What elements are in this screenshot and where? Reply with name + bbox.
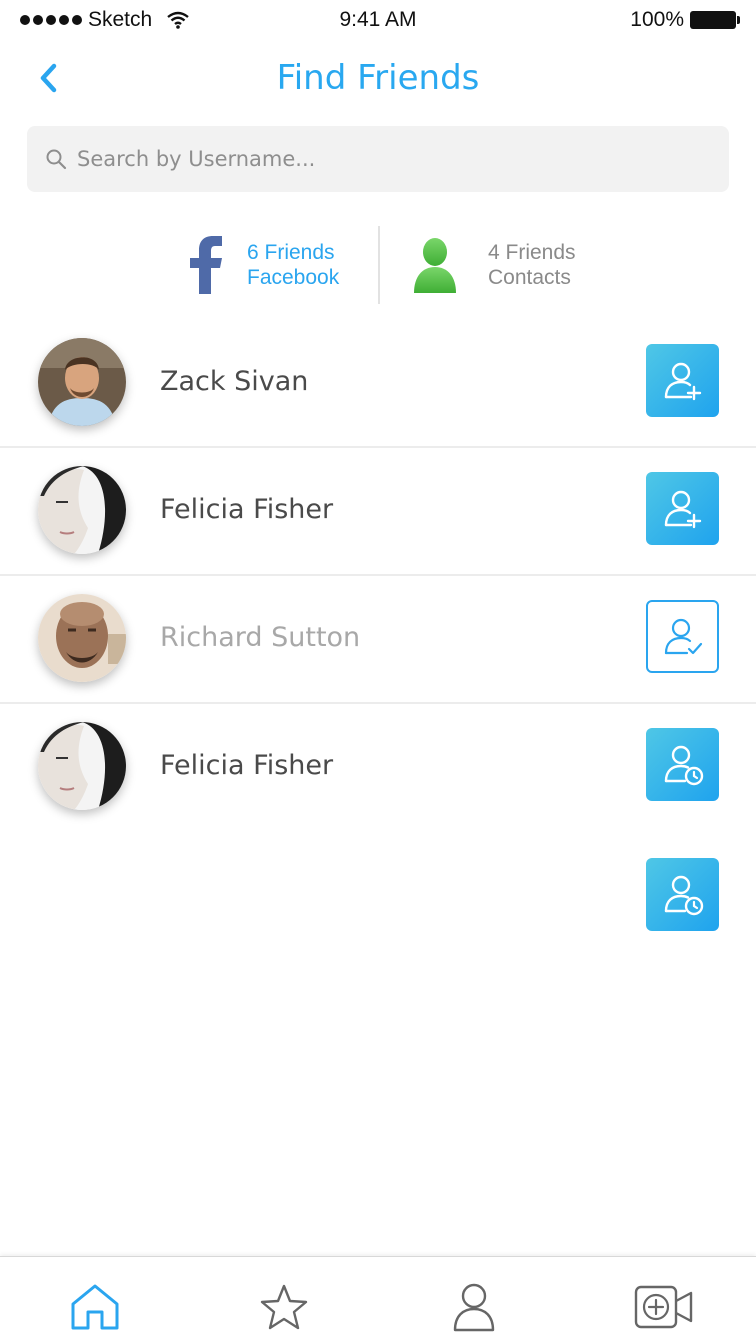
- friend-name: Felicia Fisher: [160, 494, 334, 525]
- friend-pending-button[interactable]: [646, 728, 719, 801]
- page-title: Find Friends: [276, 58, 480, 98]
- tab-bar: [0, 1256, 756, 1344]
- facebook-friends-button[interactable]: 6 Friends Facebook: [185, 226, 339, 304]
- friend-name: Richard Sutton: [160, 622, 361, 653]
- star-icon: [260, 1284, 308, 1330]
- friend-added-check-icon: [664, 618, 702, 654]
- facebook-source-name: Facebook: [247, 266, 340, 289]
- status-bar: Sketch 9:41 AM 100%: [0, 0, 756, 42]
- home-icon: [71, 1284, 119, 1330]
- friend-sources: 6 Friends Facebook 4 Friends Contacts: [0, 226, 756, 304]
- add-friend-button[interactable]: [646, 472, 719, 545]
- contacts-friends-button[interactable]: 4 Friends Contacts: [410, 226, 576, 304]
- friend-row[interactable]: Zack Sivan: [0, 320, 756, 448]
- friend-name: Zack Sivan: [160, 366, 309, 397]
- add-friend-button[interactable]: [646, 344, 719, 417]
- friend-pending-clock-icon: [664, 875, 703, 915]
- battery-percent: 100%: [630, 8, 684, 31]
- contact-person-icon: [414, 238, 456, 293]
- add-video-icon: [634, 1285, 693, 1329]
- search-bar[interactable]: [27, 126, 729, 192]
- avatar: [38, 722, 126, 810]
- friend-list: Zack Sivan Felicia Fisher Richard Sutton…: [0, 320, 756, 832]
- tab-add-video[interactable]: [634, 1279, 694, 1335]
- avatar: [38, 466, 126, 554]
- search-input[interactable]: [77, 147, 677, 171]
- contacts-source-name: Contacts: [488, 266, 571, 289]
- add-friend-icon: [664, 362, 701, 400]
- tab-profile[interactable]: [446, 1279, 502, 1335]
- contacts-friend-count: 4 Friends: [488, 241, 576, 264]
- friend-row[interactable]: Felicia Fisher: [0, 448, 756, 576]
- friend-name: Felicia Fisher: [160, 750, 334, 781]
- search-icon: [46, 149, 67, 170]
- tab-home[interactable]: [67, 1279, 123, 1335]
- avatar: [38, 338, 126, 426]
- friend-row[interactable]: Richard Sutton: [0, 576, 756, 704]
- friend-row[interactable]: Felicia Fisher: [0, 704, 756, 832]
- nav-bar: Find Friends: [0, 50, 756, 110]
- friend-pending-clock-icon: [664, 745, 703, 785]
- friend-added-button[interactable]: [646, 600, 719, 673]
- facebook-source-text: 6 Friends Facebook: [247, 240, 339, 290]
- add-friend-icon: [664, 490, 701, 528]
- avatar: [38, 594, 126, 682]
- facebook-friend-count: 6 Friends: [247, 241, 335, 264]
- profile-icon: [453, 1283, 495, 1332]
- status-battery: 100%: [630, 8, 740, 32]
- contacts-source-text: 4 Friends Contacts: [488, 240, 576, 290]
- friend-pending-button[interactable]: [646, 858, 719, 931]
- source-divider: [378, 226, 380, 304]
- tab-favorites[interactable]: [256, 1279, 312, 1335]
- facebook-icon: [190, 236, 222, 294]
- battery-icon: [690, 11, 740, 29]
